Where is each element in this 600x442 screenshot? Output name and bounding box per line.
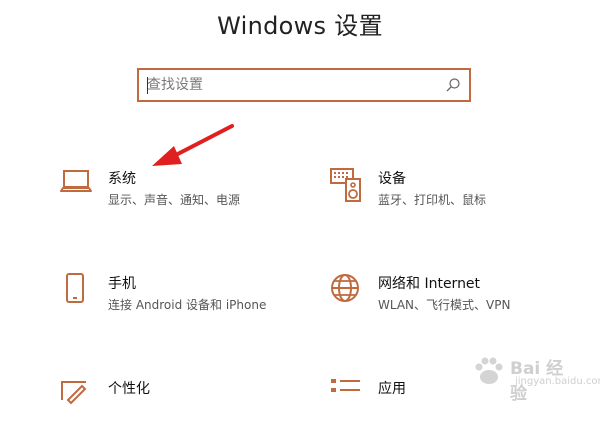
tile-devices[interactable]: 设备 蓝牙、打印机、鼠标 — [330, 168, 580, 232]
tile-apps-name: 应用 — [378, 381, 406, 397]
tile-devices-desc: 蓝牙、打印机、鼠标 — [378, 193, 487, 207]
tile-network-name: 网络和 Internet — [378, 276, 481, 292]
tile-system[interactable]: 系统 显示、声音、通知、电源 — [60, 168, 310, 232]
tile-phone-name: 手机 — [108, 276, 136, 292]
tile-phone[interactable]: 手机 连接 Android 设备和 iPhone — [60, 273, 310, 337]
laptop-icon — [60, 170, 92, 192]
search-input[interactable] — [147, 75, 437, 95]
apps-list-icon — [331, 379, 360, 392]
baidu-watermark: Bai 经验 jingyan.baidu.com — [470, 352, 600, 404]
tile-system-name: 系统 — [108, 171, 136, 187]
tile-devices-name: 设备 — [378, 171, 406, 187]
globe-icon — [331, 274, 359, 302]
tile-personalization-name: 个性化 — [108, 381, 150, 397]
annotation-arrow — [152, 124, 234, 166]
paintbrush-icon — [61, 381, 87, 405]
watermark-url: jingyan.baidu.com — [515, 376, 600, 387]
paw-logo — [475, 357, 503, 384]
phone-icon — [66, 273, 84, 303]
tile-phone-desc: 连接 Android 设备和 iPhone — [108, 298, 267, 312]
tile-network[interactable]: 网络和 Internet WLAN、飞行模式、VPN — [330, 273, 580, 337]
tile-personalization[interactable]: 个性化 — [60, 378, 310, 442]
search-box[interactable] — [137, 68, 471, 102]
tile-system-desc: 显示、声音、通知、电源 — [108, 193, 241, 207]
search-icon[interactable] — [445, 77, 461, 93]
page-title: Windows 设置 — [217, 12, 383, 40]
text-cursor — [147, 77, 148, 94]
tile-network-desc: WLAN、飞行模式、VPN — [378, 298, 511, 312]
devices-icon — [330, 168, 361, 202]
